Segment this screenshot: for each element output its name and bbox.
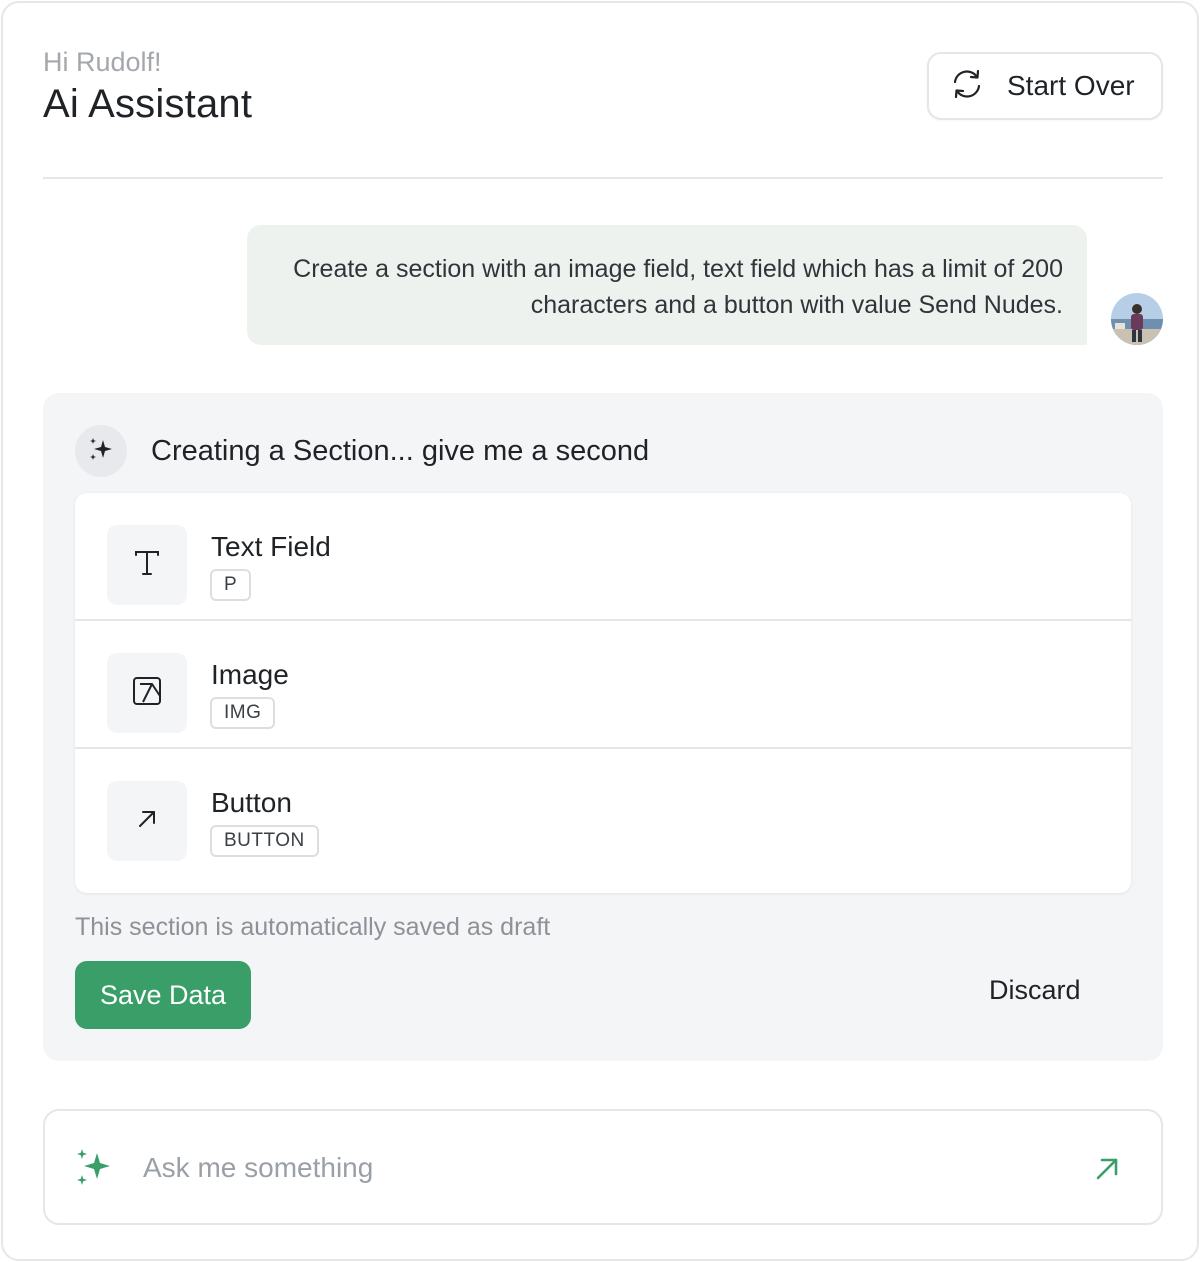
arrow-up-right-icon: [135, 807, 159, 836]
item-icon-box: [107, 525, 187, 605]
ai-status-text: Creating a Section... give me a second: [151, 435, 650, 467]
discard-button[interactable]: Discard: [989, 975, 1081, 1006]
generated-items-list: Text Field P Image IMG Button BUTTON: [75, 493, 1131, 893]
greeting: Hi Rudolf!: [43, 47, 162, 77]
save-data-button[interactable]: Save Data: [75, 961, 251, 1029]
ai-response-card: Creating a Section... give me a second T…: [43, 393, 1163, 1061]
sparkle-icon: [75, 1147, 115, 1192]
avatar: [1111, 293, 1163, 345]
item-icon-box: [107, 653, 187, 733]
refresh-icon: [949, 66, 985, 107]
sparkle-icon: [88, 436, 114, 467]
list-item[interactable]: Button BUTTON: [75, 749, 1131, 889]
start-over-label: Start Over: [1007, 70, 1135, 101]
draft-note: This section is automatically saved as d…: [75, 913, 551, 941]
ai-badge: [75, 425, 127, 477]
image-icon: [132, 676, 162, 711]
header-divider: [43, 177, 1163, 179]
item-name: Button: [211, 787, 292, 818]
list-item[interactable]: Text Field P: [75, 493, 1131, 621]
send-arrow-icon[interactable]: [1091, 1153, 1123, 1185]
text-t-icon: [132, 548, 162, 583]
item-name: Text Field: [211, 531, 331, 562]
item-tag: BUTTON: [210, 825, 319, 857]
start-over-button[interactable]: Start Over: [927, 52, 1163, 120]
list-item[interactable]: Image IMG: [75, 621, 1131, 749]
ask-input-box[interactable]: [43, 1109, 1163, 1225]
item-icon-box: [107, 781, 187, 861]
user-message-bubble: Create a section with an image field, te…: [247, 225, 1087, 345]
item-tag: P: [210, 569, 252, 601]
item-name: Image: [211, 659, 289, 690]
page-title: Ai Assistant: [43, 82, 253, 126]
item-tag: IMG: [210, 697, 276, 729]
assistant-panel: Hi Rudolf! Ai Assistant Start Over Creat…: [1, 1, 1199, 1261]
ask-input[interactable]: [143, 1145, 1043, 1191]
